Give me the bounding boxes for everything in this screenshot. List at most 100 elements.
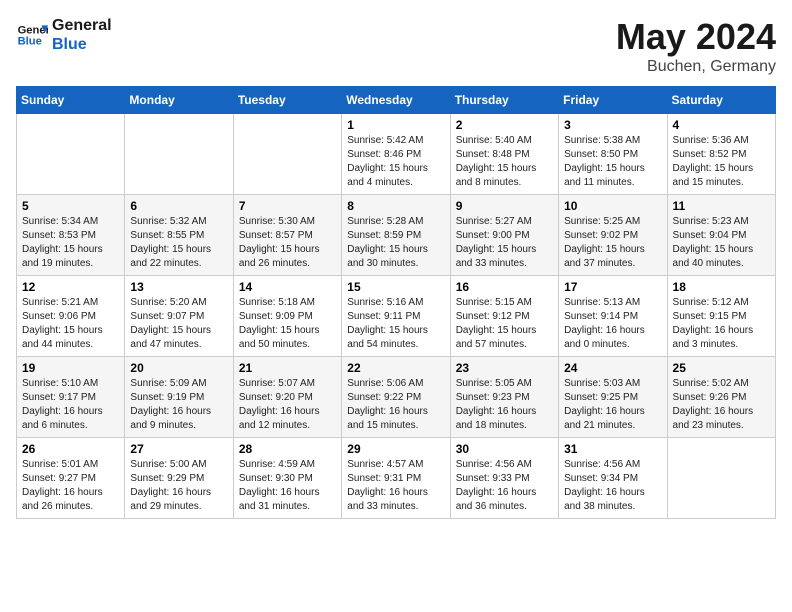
day-number: 26	[22, 442, 119, 456]
day-info: Sunrise: 5:20 AM Sunset: 9:07 PM Dayligh…	[130, 296, 227, 352]
day-info: Sunrise: 5:13 AM Sunset: 9:14 PM Dayligh…	[564, 296, 661, 352]
day-info: Sunrise: 5:40 AM Sunset: 8:48 PM Dayligh…	[456, 134, 553, 190]
calendar-cell: 11 Sunrise: 5:23 AM Sunset: 9:04 PM Dayli…	[667, 195, 775, 276]
calendar-cell: 15 Sunrise: 5:16 AM Sunset: 9:11 PM Dayli…	[342, 276, 450, 357]
day-info: Sunrise: 5:38 AM Sunset: 8:50 PM Dayligh…	[564, 134, 661, 190]
day-info: Sunrise: 5:23 AM Sunset: 9:04 PM Dayligh…	[673, 215, 770, 271]
day-number: 15	[347, 280, 444, 294]
calendar-cell: 31Sunrise: 4:56 AM Sunset: 9:34 PM Dayli…	[559, 438, 667, 519]
day-number: 30	[456, 442, 553, 456]
day-number: 18	[673, 280, 770, 294]
calendar-cell: 1Sunrise: 5:42 AM Sunset: 8:46 PM Daylig…	[342, 114, 450, 195]
logo-general: General	[52, 16, 112, 35]
calendar-cell: 16 Sunrise: 5:15 AM Sunset: 9:12 PM Dayli…	[450, 276, 558, 357]
logo-blue: Blue	[52, 35, 112, 54]
calendar-cell	[17, 114, 125, 195]
calendar-cell: 13Sunrise: 5:20 AM Sunset: 9:07 PM Dayli…	[125, 276, 233, 357]
calendar-cell: 18 Sunrise: 5:12 AM Sunset: 9:15 PM Dayli…	[667, 276, 775, 357]
day-number: 31	[564, 442, 661, 456]
calendar-cell: 7 Sunrise: 5:30 AM Sunset: 8:57 PM Daylig…	[233, 195, 341, 276]
calendar-cell: 20 Sunrise: 5:09 AM Sunset: 9:19 PM Dayli…	[125, 357, 233, 438]
calendar-cell: 5Sunrise: 5:34 AM Sunset: 8:53 PM Daylig…	[17, 195, 125, 276]
day-info: Sunrise: 5:32 AM Sunset: 8:55 PM Dayligh…	[130, 215, 227, 271]
logo: General Blue General Blue	[16, 16, 112, 54]
day-info: Sunrise: 5:25 AM Sunset: 9:02 PM Dayligh…	[564, 215, 661, 271]
day-info: Sunrise: 5:10 AM Sunset: 9:17 PM Dayligh…	[22, 377, 119, 433]
day-number: 28	[239, 442, 336, 456]
calendar-cell	[233, 114, 341, 195]
day-number: 27	[130, 442, 227, 456]
day-number: 2	[456, 118, 553, 132]
day-info: Sunrise: 5:16 AM Sunset: 9:11 PM Dayligh…	[347, 296, 444, 352]
day-info: Sunrise: 4:59 AM Sunset: 9:30 PM Dayligh…	[239, 458, 336, 514]
day-info: Sunrise: 5:28 AM Sunset: 8:59 PM Dayligh…	[347, 215, 444, 271]
day-number: 25	[673, 361, 770, 375]
day-info: Sunrise: 5:02 AM Sunset: 9:26 PM Dayligh…	[673, 377, 770, 433]
day-info: Sunrise: 4:56 AM Sunset: 9:33 PM Dayligh…	[456, 458, 553, 514]
day-number: 21	[239, 361, 336, 375]
calendar-week-row: 5Sunrise: 5:34 AM Sunset: 8:53 PM Daylig…	[17, 195, 776, 276]
calendar-cell: 12Sunrise: 5:21 AM Sunset: 9:06 PM Dayli…	[17, 276, 125, 357]
day-info: Sunrise: 4:57 AM Sunset: 9:31 PM Dayligh…	[347, 458, 444, 514]
calendar-cell: 3 Sunrise: 5:38 AM Sunset: 8:50 PM Daylig…	[559, 114, 667, 195]
day-number: 14	[239, 280, 336, 294]
day-info: Sunrise: 5:12 AM Sunset: 9:15 PM Dayligh…	[673, 296, 770, 352]
day-number: 20	[130, 361, 227, 375]
day-info: Sunrise: 5:30 AM Sunset: 8:57 PM Dayligh…	[239, 215, 336, 271]
calendar-cell: 17 Sunrise: 5:13 AM Sunset: 9:14 PM Dayli…	[559, 276, 667, 357]
day-info: Sunrise: 5:00 AM Sunset: 9:29 PM Dayligh…	[130, 458, 227, 514]
day-number: 10	[564, 199, 661, 213]
logo-icon: General Blue	[16, 19, 48, 51]
weekday-header-friday: Friday	[559, 87, 667, 114]
day-number: 29	[347, 442, 444, 456]
day-number: 16	[456, 280, 553, 294]
location-title: Buchen, Germany	[616, 58, 776, 76]
day-number: 19	[22, 361, 119, 375]
page-header: General Blue General Blue May 2024 Buche…	[16, 16, 776, 76]
weekday-header-saturday: Saturday	[667, 87, 775, 114]
title-area: May 2024 Buchen, Germany	[616, 16, 776, 76]
calendar-table: SundayMondayTuesdayWednesdayThursdayFrid…	[16, 86, 776, 519]
day-info: Sunrise: 5:05 AM Sunset: 9:23 PM Dayligh…	[456, 377, 553, 433]
day-info: Sunrise: 5:09 AM Sunset: 9:19 PM Dayligh…	[130, 377, 227, 433]
day-info: Sunrise: 5:07 AM Sunset: 9:20 PM Dayligh…	[239, 377, 336, 433]
day-number: 9	[456, 199, 553, 213]
calendar-cell: 25 Sunrise: 5:02 AM Sunset: 9:26 PM Dayli…	[667, 357, 775, 438]
calendar-cell: 8 Sunrise: 5:28 AM Sunset: 8:59 PM Daylig…	[342, 195, 450, 276]
day-number: 3	[564, 118, 661, 132]
calendar-cell	[125, 114, 233, 195]
calendar-cell: 4Sunrise: 5:36 AM Sunset: 8:52 PM Daylig…	[667, 114, 775, 195]
calendar-cell: 21 Sunrise: 5:07 AM Sunset: 9:20 PM Dayli…	[233, 357, 341, 438]
calendar-cell: 26Sunrise: 5:01 AM Sunset: 9:27 PM Dayli…	[17, 438, 125, 519]
month-title: May 2024	[616, 16, 776, 58]
calendar-week-row: 19 Sunrise: 5:10 AM Sunset: 9:17 PM Dayli…	[17, 357, 776, 438]
day-number: 8	[347, 199, 444, 213]
day-info: Sunrise: 5:42 AM Sunset: 8:46 PM Dayligh…	[347, 134, 444, 190]
day-info: Sunrise: 5:15 AM Sunset: 9:12 PM Dayligh…	[456, 296, 553, 352]
day-info: Sunrise: 5:03 AM Sunset: 9:25 PM Dayligh…	[564, 377, 661, 433]
calendar-cell: 6 Sunrise: 5:32 AM Sunset: 8:55 PM Daylig…	[125, 195, 233, 276]
day-number: 11	[673, 199, 770, 213]
calendar-cell: 22Sunrise: 5:06 AM Sunset: 9:22 PM Dayli…	[342, 357, 450, 438]
calendar-cell: 14 Sunrise: 5:18 AM Sunset: 9:09 PM Dayli…	[233, 276, 341, 357]
day-info: Sunrise: 5:34 AM Sunset: 8:53 PM Dayligh…	[22, 215, 119, 271]
svg-text:Blue: Blue	[18, 36, 42, 48]
day-number: 12	[22, 280, 119, 294]
day-number: 6	[130, 199, 227, 213]
day-info: Sunrise: 5:18 AM Sunset: 9:09 PM Dayligh…	[239, 296, 336, 352]
calendar-week-row: 12Sunrise: 5:21 AM Sunset: 9:06 PM Dayli…	[17, 276, 776, 357]
day-number: 22	[347, 361, 444, 375]
calendar-header-row: SundayMondayTuesdayWednesdayThursdayFrid…	[17, 87, 776, 114]
weekday-header-wednesday: Wednesday	[342, 87, 450, 114]
day-info: Sunrise: 5:36 AM Sunset: 8:52 PM Dayligh…	[673, 134, 770, 190]
calendar-cell	[667, 438, 775, 519]
day-number: 7	[239, 199, 336, 213]
weekday-header-thursday: Thursday	[450, 87, 558, 114]
weekday-header-tuesday: Tuesday	[233, 87, 341, 114]
weekday-header-sunday: Sunday	[17, 87, 125, 114]
calendar-cell: 29 Sunrise: 4:57 AM Sunset: 9:31 PM Dayli…	[342, 438, 450, 519]
calendar-week-row: 26Sunrise: 5:01 AM Sunset: 9:27 PM Dayli…	[17, 438, 776, 519]
day-info: Sunrise: 5:27 AM Sunset: 9:00 PM Dayligh…	[456, 215, 553, 271]
calendar-cell: 9 Sunrise: 5:27 AM Sunset: 9:00 PM Daylig…	[450, 195, 558, 276]
day-number: 17	[564, 280, 661, 294]
